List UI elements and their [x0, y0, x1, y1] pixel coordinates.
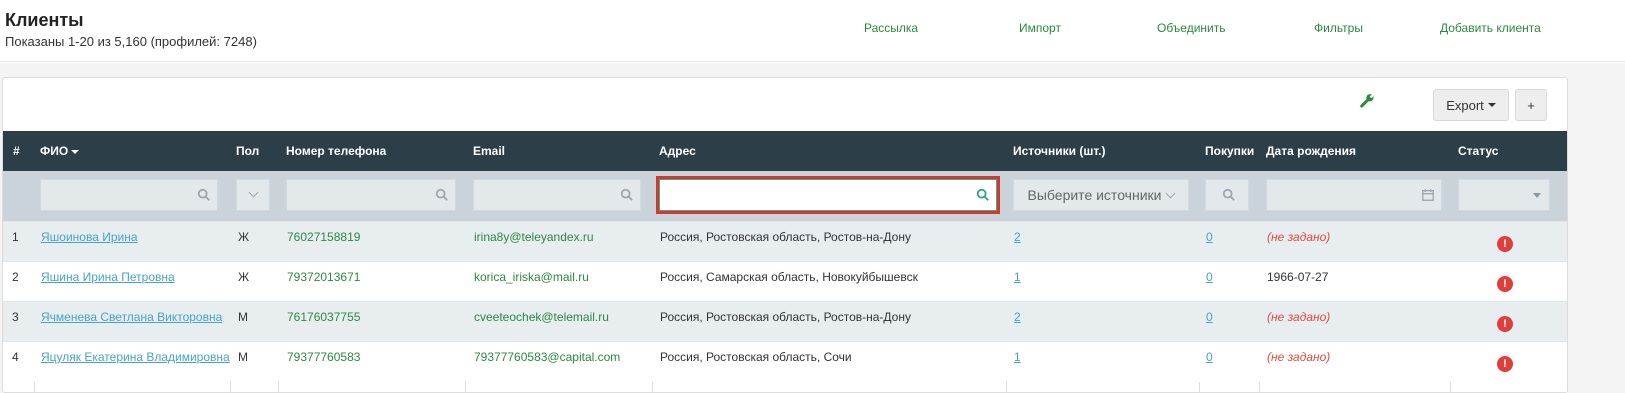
column-status: Статус [1458, 144, 1499, 158]
column-purchases: Покупки [1205, 144, 1255, 158]
gender-cell: Ж [238, 230, 250, 244]
search-icon [976, 188, 989, 201]
column-name[interactable]: ФИО [40, 131, 80, 171]
chevron-down-icon [1166, 188, 1176, 198]
sources-placeholder: Выберите источники [1027, 187, 1162, 203]
client-name-link[interactable]: Яшоинова Ирина [41, 222, 138, 262]
table-row: 1 Яшоинова Ирина Ж 76027158819 irina8y@t… [3, 221, 1567, 262]
warning-icon[interactable]: ! [1497, 236, 1513, 252]
name-filter[interactable] [40, 179, 218, 211]
table-row: 4 Яцуляк Екатерина Владимировна М 793777… [3, 341, 1567, 382]
warning-icon[interactable]: ! [1497, 356, 1513, 372]
address-cell: Россия, Ростовская область, Ростов-на-До… [660, 230, 911, 244]
plus-label: + [1527, 97, 1535, 113]
chevron-down-icon [248, 187, 259, 198]
address-filter[interactable] [659, 179, 997, 211]
row-number: 3 [12, 310, 19, 324]
row-number: 1 [12, 230, 19, 244]
gender-cell: Ж [238, 270, 250, 284]
phone-cell: 79372013671 [287, 270, 361, 284]
filters-link[interactable]: Фильтры [1314, 21, 1363, 35]
add-column-button[interactable]: + [1515, 89, 1547, 121]
column-sources: Источники (шт.) [1013, 144, 1106, 158]
email-cell: cveeteochek@telemail.ru [474, 310, 609, 324]
birthdate-cell: (не задано) [1267, 230, 1331, 244]
purchases-count-link[interactable]: 0 [1206, 222, 1213, 262]
phone-filter[interactable] [286, 179, 456, 211]
sources-count-link[interactable]: 2 [1014, 302, 1021, 342]
birthdate-filter[interactable] [1266, 179, 1442, 211]
column-number: # [13, 144, 20, 158]
column-phone: Номер телефона [286, 144, 387, 158]
mailing-link[interactable]: Рассылка [864, 21, 918, 35]
client-name-link[interactable]: Яшина Ирина Петровна [41, 262, 175, 302]
email-cell: 79377760583@capital.com [474, 350, 621, 364]
purchases-count-link[interactable]: 0 [1206, 262, 1213, 302]
address-cell: Россия, Ростовская область, Ростов-на-До… [660, 310, 911, 324]
column-birthdate: Дата рождения [1266, 144, 1357, 158]
purchases-count-link[interactable]: 0 [1206, 342, 1213, 382]
gender-cell: М [238, 310, 248, 324]
search-icon [1222, 188, 1235, 201]
sort-down-icon [71, 149, 80, 154]
sources-count-link[interactable]: 2 [1014, 222, 1021, 262]
table-row: 2 Яшина Ирина Петровна Ж 79372013671 kor… [3, 261, 1567, 302]
birthdate-cell: (не задано) [1267, 350, 1331, 364]
search-icon [620, 188, 633, 201]
phone-cell: 76027158819 [287, 230, 361, 244]
column-address: Адрес [659, 144, 696, 158]
export-button[interactable]: Export [1433, 89, 1509, 121]
birthdate-cell: 1966-07-27 [1267, 270, 1329, 284]
column-gender: Пол [236, 144, 260, 158]
row-number: 2 [12, 270, 19, 284]
sources-count-link[interactable]: 1 [1014, 342, 1021, 382]
warning-icon[interactable]: ! [1497, 276, 1513, 292]
status-filter[interactable] [1458, 179, 1550, 211]
address-cell: Россия, Самарская область, Новокуйбышевс… [660, 270, 918, 284]
row-number: 4 [12, 350, 19, 364]
email-cell: korica_iriska@mail.ru [474, 270, 589, 284]
address-search-input[interactable] [660, 180, 996, 210]
page-subtitle: Показаны 1-20 из 5,160 (профилей: 7248) [5, 34, 257, 49]
add-client-link[interactable]: Добавить клиента [1440, 21, 1541, 35]
purchases-filter[interactable] [1205, 179, 1249, 211]
phone-cell: 79377760583 [287, 350, 361, 364]
chevron-down-icon [1487, 103, 1496, 107]
filter-row: Выберите источники [3, 171, 1567, 221]
client-name-link[interactable]: Яцуляк Екатерина Владимировна [41, 342, 230, 382]
clients-table-panel: Export + # ФИО Пол Номер телефона Email … [2, 77, 1568, 393]
address-cell: Россия, Ростовская область, Сочи [660, 350, 852, 364]
wrench-icon[interactable] [1359, 93, 1375, 109]
import-link[interactable]: Импорт [1019, 21, 1061, 35]
merge-link[interactable]: Объединить [1157, 21, 1226, 35]
table-header: # ФИО Пол Номер телефона Email Адрес Ист… [3, 131, 1567, 171]
search-icon [197, 188, 210, 201]
birthdate-cell: (не задано) [1267, 310, 1331, 324]
top-bar: Клиенты Показаны 1-20 из 5,160 (профилей… [0, 0, 1625, 62]
gender-cell: М [238, 350, 248, 364]
column-email: Email [473, 144, 506, 158]
page-title: Клиенты [5, 10, 84, 30]
export-label: Export [1446, 97, 1484, 113]
calendar-icon [1422, 189, 1434, 201]
gender-filter[interactable] [236, 179, 270, 211]
chevron-down-icon [1533, 193, 1541, 198]
search-icon [435, 188, 448, 201]
warning-icon[interactable]: ! [1497, 316, 1513, 332]
phone-cell: 76176037755 [287, 310, 361, 324]
sources-select[interactable]: Выберите источники [1013, 179, 1189, 211]
purchases-count-link[interactable]: 0 [1206, 302, 1213, 342]
sources-count-link[interactable]: 1 [1014, 262, 1021, 302]
client-name-link[interactable]: Ячменева Светлана Викторовна [41, 302, 222, 342]
table-row: 3 Ячменева Светлана Викторовна М 7617603… [3, 301, 1567, 342]
email-filter[interactable] [473, 179, 641, 211]
email-cell: irina8y@teleyandex.ru [474, 230, 594, 244]
